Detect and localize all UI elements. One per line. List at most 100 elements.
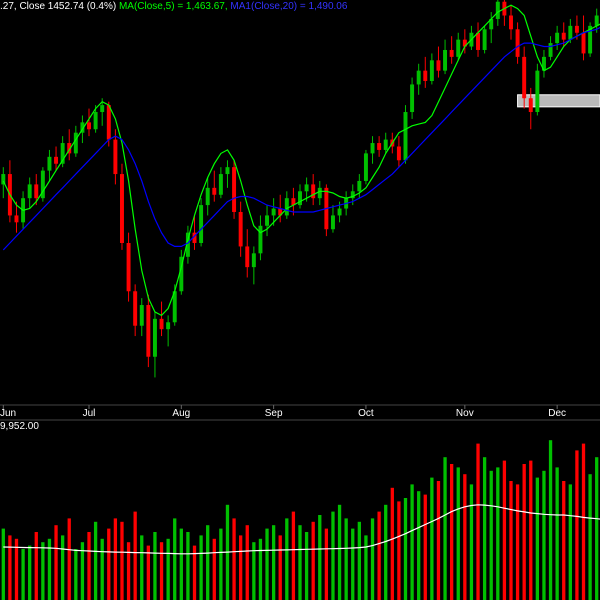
candle-body	[528, 98, 533, 113]
volume-bar	[8, 535, 12, 600]
candle-body	[238, 211, 243, 247]
candle-body	[54, 156, 59, 164]
candle-body	[106, 105, 111, 140]
x-tick-label: Dec	[548, 408, 567, 419]
candle-body	[429, 60, 434, 81]
candle-body	[363, 153, 368, 181]
candle-body	[258, 225, 263, 254]
candle-body	[449, 49, 454, 57]
volume-bar	[186, 532, 190, 600]
volume-bar	[489, 470, 493, 600]
candle-body	[495, 1, 500, 19]
candle-body	[574, 25, 579, 33]
volume-bar	[555, 467, 559, 600]
volume-bar	[364, 535, 368, 600]
volume-bar	[232, 518, 236, 600]
volume-bar	[54, 525, 58, 600]
candle-body	[561, 32, 566, 40]
candle-body	[126, 243, 131, 292]
volume-bar	[291, 511, 296, 600]
volume-bar	[344, 518, 348, 600]
stock-chart[interactable]	[0, 0, 600, 600]
volume-bar	[74, 549, 78, 600]
volume-bar	[206, 525, 210, 600]
volume-bar	[166, 538, 170, 600]
volume-bar	[28, 545, 32, 600]
volume-bar	[502, 460, 507, 600]
volume-bar	[529, 460, 533, 600]
candle-body	[337, 208, 342, 216]
volume-bar	[542, 470, 546, 600]
x-tick-label: Jun	[0, 408, 17, 419]
candle-body	[73, 132, 78, 154]
volume-bar	[298, 525, 302, 600]
volume-bar	[14, 538, 19, 600]
volume-bar	[212, 538, 216, 600]
candle-body	[330, 215, 335, 230]
volume-bar	[107, 528, 111, 600]
candle-body	[284, 198, 289, 216]
volume-bar	[509, 481, 513, 600]
volume-bar	[522, 464, 526, 600]
volume-bar	[443, 457, 447, 600]
candle-body	[304, 184, 309, 192]
volume-bar	[397, 501, 401, 600]
candle-body	[456, 39, 461, 57]
candle-body	[311, 184, 316, 199]
volume-bar	[245, 525, 249, 600]
candle-body	[377, 143, 382, 150]
volume-bar	[60, 535, 65, 600]
volume-bar	[548, 440, 553, 600]
volume-bar	[278, 535, 282, 600]
candle-body	[245, 246, 250, 268]
volume-bar	[93, 521, 98, 600]
volume-bar	[463, 474, 467, 600]
volume-bar	[417, 491, 421, 600]
candle-body	[113, 139, 118, 175]
volume-bar	[173, 518, 177, 600]
candle-body	[27, 184, 32, 199]
candle-body	[100, 105, 105, 113]
candle-body	[166, 322, 171, 330]
volume-bar	[159, 542, 164, 600]
volume-bar	[403, 498, 408, 600]
volume-bar	[588, 474, 592, 600]
candle-body	[251, 253, 256, 268]
volume-bar	[324, 528, 329, 600]
volume-bar	[126, 542, 131, 600]
volume-bar	[456, 467, 460, 600]
volume-bar	[476, 443, 480, 600]
candle-body	[403, 112, 408, 161]
candle-body	[443, 49, 448, 71]
volume-bar	[357, 521, 361, 600]
candle-body	[317, 187, 322, 199]
volume-bar	[140, 535, 144, 600]
volume-bar	[377, 511, 381, 600]
candle-body	[555, 32, 560, 44]
ma20-text: MA1(Close,20) = 1,490.06	[230, 1, 348, 12]
volume-bar	[311, 521, 315, 600]
volume-bar	[87, 532, 91, 600]
candle-body	[383, 139, 388, 150]
candle-body	[357, 180, 362, 192]
volume-bar	[34, 532, 38, 600]
candle-body	[133, 291, 138, 326]
volume-bar	[304, 532, 309, 600]
volume-bar	[133, 511, 137, 600]
candle-body	[225, 167, 230, 175]
candle-body	[410, 84, 415, 113]
volume-bar	[100, 538, 104, 600]
volume-bar	[469, 484, 474, 600]
candle-body	[476, 32, 480, 50]
price-close-text: .27, Close 1452.74 (0.4%)	[0, 1, 117, 12]
volume-bar	[568, 484, 572, 600]
volume-bar	[351, 528, 355, 600]
volume-bar	[331, 511, 335, 600]
x-tick-label: Nov	[455, 408, 474, 419]
volume-bar	[318, 515, 322, 600]
candle-body	[509, 15, 513, 30]
candle-body	[159, 318, 164, 330]
volume-bar	[239, 535, 243, 600]
volume-bar	[410, 484, 414, 600]
candle-body	[482, 29, 487, 50]
